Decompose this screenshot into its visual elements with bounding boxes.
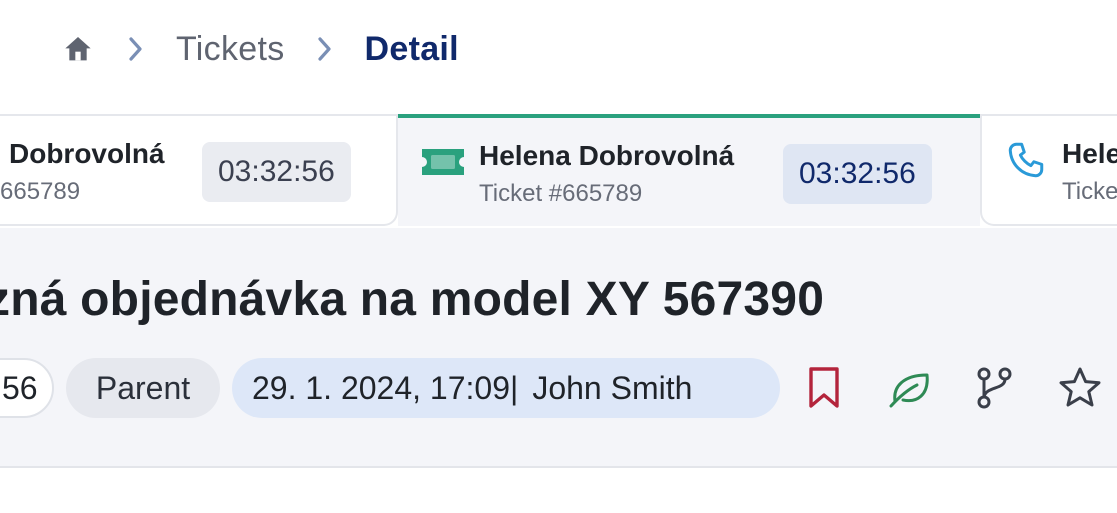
breadcrumb-item-detail: Detail [364,29,459,68]
tab-timer: 03:32:56 [202,142,351,202]
home-icon[interactable] [60,31,96,67]
chevron-right-icon [312,34,338,64]
tab-timer: 03:32:56 [783,144,932,204]
tab-customer-name: Dobrovolná [9,138,165,169]
tab-ticket-number: 665789 [0,178,81,205]
tab-ticket-number: Ticke [1062,178,1117,205]
tab-customer-name: Hele [1062,138,1117,169]
ticket-tabs: Dobrovolná 665789 03:32:56 Helena Dobrov… [0,114,1117,228]
chevron-right-icon [123,34,149,64]
branch-icon[interactable] [968,362,1020,414]
parent-chip[interactable]: Parent [66,358,220,418]
breadcrumb: Tickets Detail [60,24,459,74]
tab-ticket-number: Ticket #665789 [479,180,643,207]
phone-icon [1004,138,1048,182]
created-info-chip: 29. 1. 2024, 17:09| John Smith [232,358,780,418]
breadcrumb-item-tickets[interactable]: Tickets [176,30,285,69]
ticket-icon [418,144,468,180]
ticket-tab-active[interactable]: Helena Dobrovolná Ticket #665789 03:32:5… [398,114,980,226]
ticket-tab[interactable]: Dobrovolná 665789 03:32:56 [0,114,398,226]
leaf-icon[interactable] [884,362,936,414]
bookmark-icon[interactable] [798,362,850,414]
tab-customer-name: Helena Dobrovolná [479,140,735,171]
ticket-id-chip[interactable]: 56 [0,358,54,418]
ticket-header: zná objednávka na model XY 567390 56 Par… [0,228,1117,468]
author-name[interactable]: John Smith [532,370,692,407]
star-icon[interactable] [1054,362,1106,414]
ticket-title: zná objednávka na model XY 567390 [0,273,825,326]
created-date: 29. 1. 2024, 17:09| [252,369,519,406]
call-tab[interactable]: Hele Ticke [980,114,1117,226]
